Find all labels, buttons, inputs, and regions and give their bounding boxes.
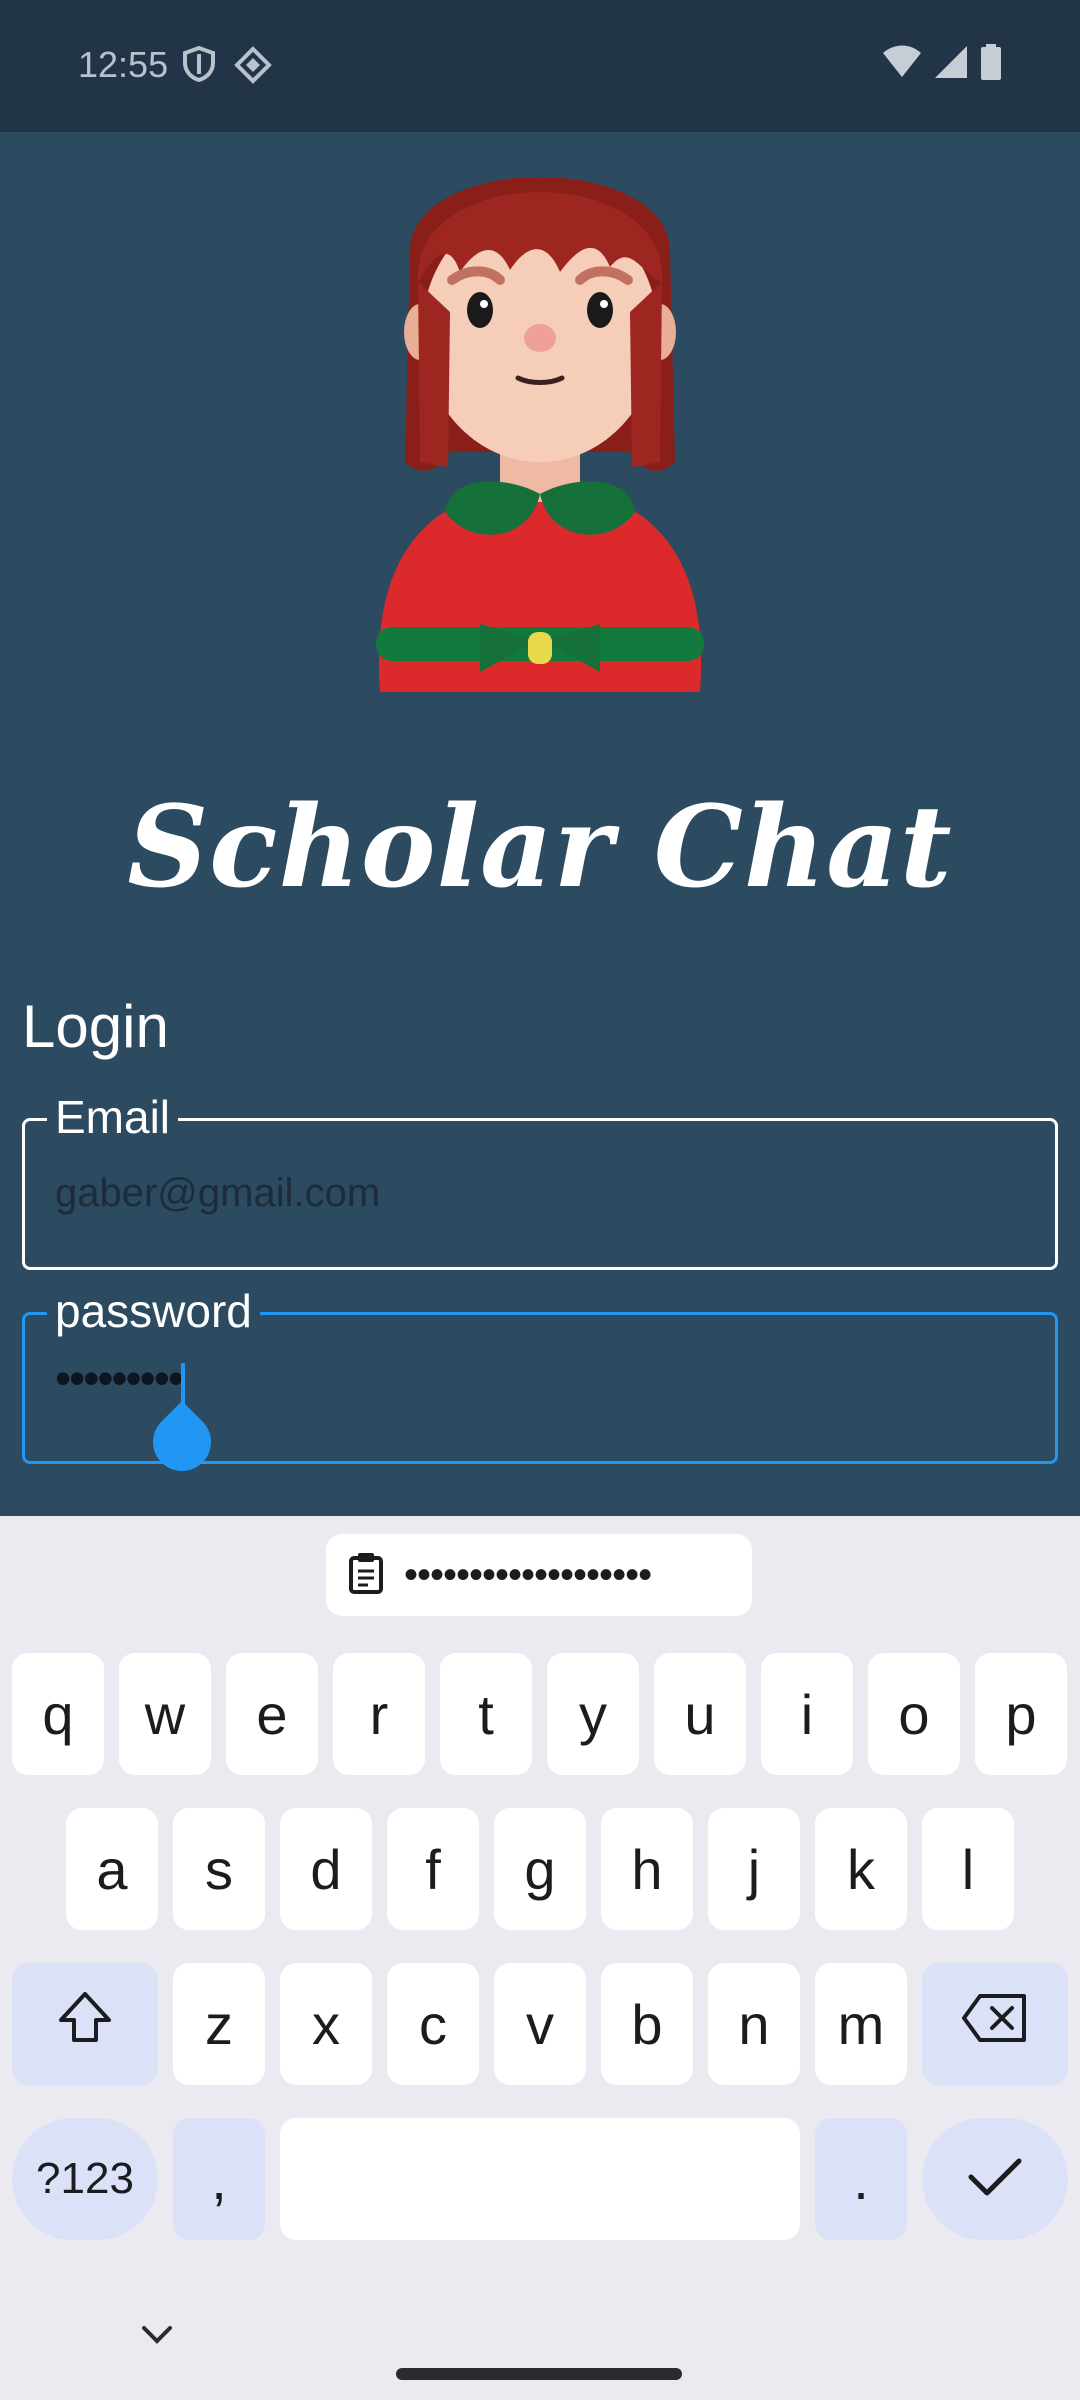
key-m[interactable]: m	[815, 1963, 907, 2085]
cursor-handle[interactable]	[140, 1400, 224, 1484]
key-r[interactable]: r	[333, 1653, 425, 1775]
email-input[interactable]: gaber@gmail.com	[55, 1171, 380, 1216]
diamond-icon	[234, 46, 272, 89]
password-field[interactable]: password •••••••••	[22, 1283, 1058, 1484]
email-field[interactable]: Email gaber@gmail.com	[22, 1089, 1058, 1270]
key-l[interactable]: l	[922, 1808, 1014, 1930]
clipboard-icon	[344, 1551, 388, 1600]
check-icon	[967, 2147, 1023, 2212]
clipboard-text: •••••••••••••••••••	[404, 1552, 652, 1597]
email-label: Email	[47, 1089, 179, 1145]
key-u[interactable]: u	[654, 1653, 746, 1775]
battery-icon	[980, 44, 1002, 85]
login-heading: Login	[22, 993, 169, 1060]
symbols-key[interactable]: ?123	[12, 2118, 158, 2240]
status-time: 12:55	[78, 44, 169, 85]
password-input[interactable]: •••••••••	[55, 1351, 184, 1405]
hide-keyboard-chevron-icon[interactable]	[140, 2324, 174, 2351]
key-z[interactable]: z	[173, 1963, 265, 2085]
key-w[interactable]: w	[119, 1653, 211, 1775]
app-title: Scholar Chat	[127, 782, 953, 913]
key-p[interactable]: p	[975, 1653, 1067, 1775]
key-y[interactable]: y	[547, 1653, 639, 1775]
avatar-image	[340, 132, 740, 712]
key-i[interactable]: i	[761, 1653, 853, 1775]
key-v[interactable]: v	[494, 1963, 586, 2085]
key-a[interactable]: a	[66, 1808, 158, 1930]
backspace-icon	[960, 1992, 1030, 2057]
home-indicator[interactable]	[396, 2368, 682, 2380]
login-screen: Scholar Chat Login Email gaber@gmail.com…	[0, 132, 1080, 1516]
key-g[interactable]: g	[494, 1808, 586, 1930]
period-key[interactable]: .	[815, 2118, 907, 2240]
key-c[interactable]: c	[387, 1963, 479, 2085]
space-key[interactable]	[280, 2118, 800, 2240]
key-q[interactable]: q	[12, 1653, 104, 1775]
key-j[interactable]: j	[708, 1808, 800, 1930]
shift-icon	[55, 1988, 115, 2061]
key-b[interactable]: b	[601, 1963, 693, 2085]
signal-icon	[934, 45, 968, 84]
key-t[interactable]: t	[440, 1653, 532, 1775]
key-o[interactable]: o	[868, 1653, 960, 1775]
done-key[interactable]	[922, 2118, 1068, 2240]
status-bar: 12:55	[0, 0, 1080, 132]
backspace-key[interactable]	[922, 1963, 1068, 2085]
shield-icon	[182, 45, 216, 89]
key-d[interactable]: d	[280, 1808, 372, 1930]
key-e[interactable]: e	[226, 1653, 318, 1775]
clipboard-suggestion[interactable]: •••••••••••••••••••	[326, 1534, 752, 1616]
shift-key[interactable]	[12, 1963, 158, 2085]
keyboard: ••••••••••••••••••• q w e r t y u i o p …	[0, 1516, 1080, 2400]
comma-key[interactable]: ,	[173, 2118, 265, 2240]
key-s[interactable]: s	[173, 1808, 265, 1930]
wifi-icon	[882, 45, 922, 84]
key-f[interactable]: f	[387, 1808, 479, 1930]
password-label: password	[47, 1283, 260, 1339]
key-x[interactable]: x	[280, 1963, 372, 2085]
key-h[interactable]: h	[601, 1808, 693, 1930]
key-n[interactable]: n	[708, 1963, 800, 2085]
key-k[interactable]: k	[815, 1808, 907, 1930]
